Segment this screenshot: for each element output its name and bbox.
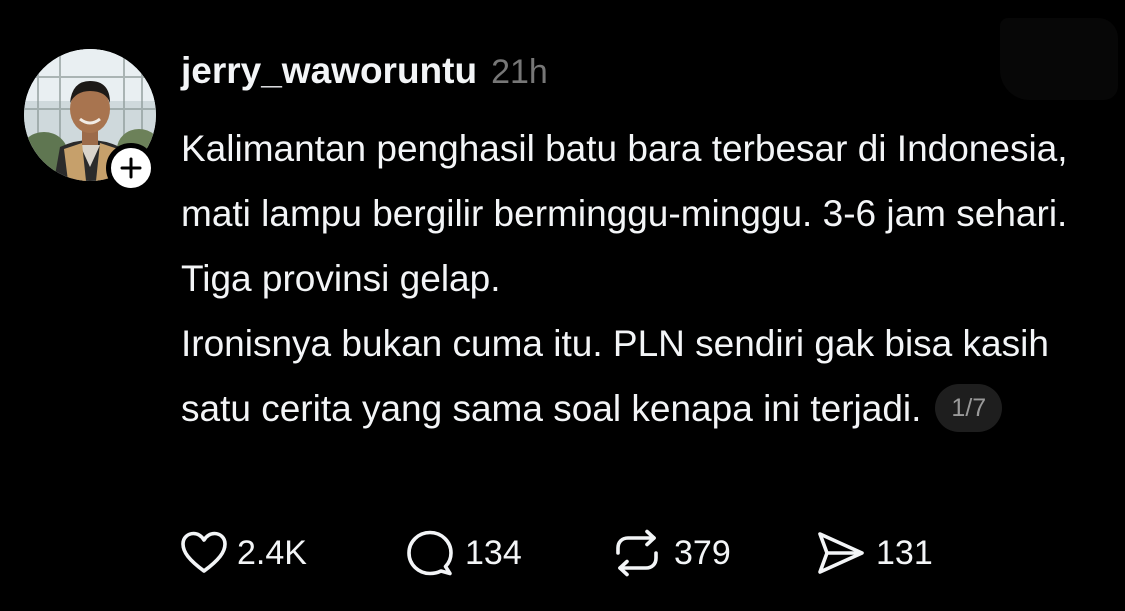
heart-icon [181,531,227,573]
redaction-scribble [1000,18,1118,100]
send-icon [818,532,864,574]
action-bar: 2.4K 134 379 131 [181,525,933,581]
post-paragraph-text: Ironisnya bukan cuma itu. PLN sendiri ga… [181,323,1049,429]
post-body: Kalimantan penghasil batu bara terbesar … [181,116,1091,441]
avatar-container[interactable] [24,49,156,193]
post-paragraph: Ironisnya bukan cuma itu. PLN sendiri ga… [181,311,1091,441]
post-paragraph: Kalimantan penghasil batu bara terbesar … [181,128,1068,299]
reply-button[interactable]: 134 [405,529,610,577]
username[interactable]: jerry_waworuntu [181,50,477,92]
thread-post: jerry_waworuntu 21h Kalimantan penghasil… [0,0,1125,611]
follow-button[interactable] [106,143,156,193]
like-count: 2.4K [237,533,307,572]
reply-count: 134 [465,533,522,572]
repost-count: 379 [674,533,731,572]
timestamp: 21h [491,53,548,91]
repost-arrows-icon [616,529,658,577]
like-button[interactable]: 2.4K [181,531,405,575]
post-header: jerry_waworuntu 21h [181,50,548,94]
repost-button[interactable]: 379 [610,529,816,577]
plus-icon [120,157,142,179]
thread-counter-badge: 1/7 [935,384,1003,433]
speech-bubble-icon [407,530,453,576]
share-count: 131 [876,533,933,572]
share-button[interactable]: 131 [816,530,933,576]
